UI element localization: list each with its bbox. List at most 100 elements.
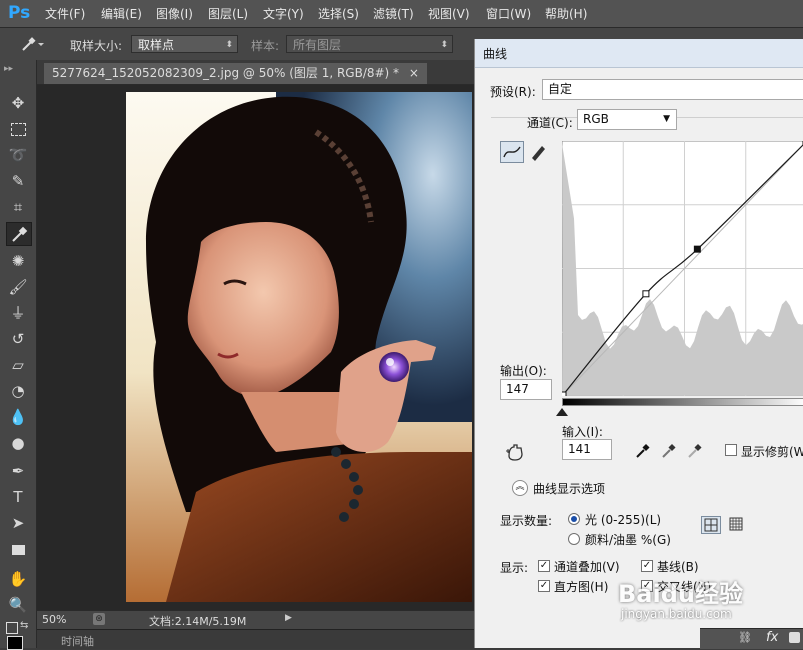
curves-dialog-titlebar[interactable]: 曲线 xyxy=(475,39,803,68)
menu-view[interactable]: 视图(V) xyxy=(428,5,470,22)
curve-point-selected[interactable] xyxy=(693,245,701,253)
eyedropper-white-icon xyxy=(688,443,702,458)
channel-select[interactable]: RGB ▼ xyxy=(577,109,677,130)
on-image-adjust-button[interactable] xyxy=(505,442,527,462)
menu-file[interactable]: 文件(F) xyxy=(45,5,85,22)
close-tab-icon[interactable]: × xyxy=(409,66,419,80)
input-label: 输入(I): xyxy=(562,425,603,439)
eyedropper-tool-icon[interactable] xyxy=(6,222,32,246)
healing-brush-tool-icon[interactable]: ✺ xyxy=(6,250,30,272)
status-menu-arrow-icon[interactable]: ▶ xyxy=(285,613,292,623)
pen-tool-icon[interactable]: ✒ xyxy=(6,460,30,482)
menu-help[interactable]: 帮助(H) xyxy=(545,5,587,22)
link-layers-icon[interactable]: ⛓ xyxy=(738,631,752,644)
detailed-grid-button[interactable] xyxy=(727,516,747,534)
chevron-updown-icon: ⬍ xyxy=(225,40,233,50)
curve-display-options-label[interactable]: 曲线显示选项 xyxy=(533,480,605,497)
shape-tool-icon[interactable] xyxy=(6,538,30,560)
black-point-slider[interactable] xyxy=(556,408,568,416)
sample-size-select[interactable]: 取样点 ⬍ xyxy=(131,35,238,53)
curve-point-tool-button[interactable] xyxy=(500,141,524,163)
quick-select-tool-icon[interactable]: ✎ xyxy=(6,170,30,192)
timeline-label[interactable]: 时间轴 xyxy=(61,633,94,649)
zoom-tool-icon[interactable]: 🔍 xyxy=(6,594,30,616)
fx-icon[interactable]: fx xyxy=(766,630,778,645)
lasso-tool-icon[interactable]: ➰ xyxy=(6,144,30,166)
hand-tool-icon[interactable]: ✋ xyxy=(6,568,30,590)
baseline-checkbox[interactable]: ✓ xyxy=(641,560,653,572)
input-value: 141 xyxy=(568,442,591,456)
curves-graph[interactable] xyxy=(559,138,803,399)
pencil-icon xyxy=(532,146,545,161)
sample-select[interactable]: 所有图层 ⬍ xyxy=(286,35,453,53)
output-value: 147 xyxy=(506,382,529,396)
output-field[interactable]: 147 xyxy=(500,379,552,400)
brush-tool-icon[interactable]: 🖌 xyxy=(6,276,30,298)
menu-edit[interactable]: 编辑(E) xyxy=(101,5,142,22)
menu-select[interactable]: 选择(S) xyxy=(318,5,359,22)
clone-stamp-tool-icon[interactable]: ⏚ xyxy=(6,302,30,324)
pigment-radio[interactable] xyxy=(568,533,580,545)
default-colors-icon[interactable] xyxy=(6,622,18,634)
dodge-tool-icon[interactable]: ● xyxy=(6,432,30,454)
pencil-tool-button[interactable] xyxy=(527,141,549,163)
document-tab-title: 5277624_152052082309_2.jpg @ 50% (图层 1, … xyxy=(52,66,400,80)
status-bar: 50% ⊛ 文档:2.14M/5.19M ▶ xyxy=(37,610,475,629)
eyedropper-black-icon xyxy=(636,443,650,458)
menu-image[interactable]: 图像(I) xyxy=(156,5,193,22)
menu-window[interactable]: 窗口(W) xyxy=(486,5,531,22)
show-clipping-checkbox[interactable] xyxy=(725,444,737,456)
document-image[interactable] xyxy=(126,92,472,602)
paint-bucket-tool-icon[interactable]: ◔ xyxy=(6,380,30,402)
zoom-level[interactable]: 50% xyxy=(42,613,66,626)
input-gradient-bar xyxy=(562,398,803,406)
eyedropper-tool-preset-icon[interactable] xyxy=(20,36,44,52)
document-size: 文档:2.14M/5.19M xyxy=(149,615,247,628)
curves-dialog-title: 曲线 xyxy=(483,47,508,61)
marquee-tool-icon[interactable] xyxy=(6,118,30,140)
toolbox: ▸▸ ✥ ➰ ✎ ⌗ ✺ 🖌 ⏚ ↺ ▱ ◔ 💧 ● ✒ T ➤ ✋ 🔍 ⇆ xyxy=(0,60,37,650)
simple-grid-button[interactable] xyxy=(701,516,721,534)
hand-adjust-icon xyxy=(506,444,523,461)
type-tool-icon[interactable]: T xyxy=(6,486,30,508)
curve-point[interactable] xyxy=(642,290,650,298)
eyedropper-gray-icon xyxy=(662,443,676,458)
input-field[interactable]: 141 xyxy=(562,439,612,460)
move-tool-icon[interactable]: ✥ xyxy=(6,92,30,114)
crop-tool-icon[interactable]: ⌗ xyxy=(6,196,30,218)
curves-dialog: 曲线 预设(R): 自定 通道(C): RGB ▼ 输出(O): 147 输入(… xyxy=(474,39,803,648)
collapse-icon[interactable]: ▸▸ xyxy=(4,64,13,74)
sample-value: 所有图层 xyxy=(293,38,342,52)
eraser-tool-icon[interactable]: ▱ xyxy=(6,354,30,376)
output-label: 输出(O): xyxy=(500,364,547,378)
layer-mask-icon[interactable] xyxy=(789,632,800,643)
baidu-watermark-url: jingyan.baidu.com xyxy=(621,607,732,621)
menu-layer[interactable]: 图层(L) xyxy=(208,5,248,22)
blur-tool-icon[interactable]: 💧 xyxy=(6,406,30,428)
path-selection-tool-icon[interactable]: ➤ xyxy=(6,512,30,534)
curves-graph-svg[interactable] xyxy=(559,138,803,399)
black-eyedropper-button[interactable] xyxy=(635,443,651,459)
show-label: 显示: xyxy=(500,561,529,575)
document-tab-bar: 5277624_152052082309_2.jpg @ 50% (图层 1, … xyxy=(37,60,475,85)
histogram-checkbox[interactable]: ✓ xyxy=(538,580,550,592)
curve-point[interactable] xyxy=(559,391,567,399)
grid-10-icon xyxy=(729,517,743,531)
light-radio[interactable] xyxy=(568,513,580,525)
channel-label: 通道(C): xyxy=(527,116,573,130)
history-brush-tool-icon[interactable]: ↺ xyxy=(6,328,30,350)
show-amount-label: 显示数量: xyxy=(500,514,553,528)
swap-colors-icon[interactable]: ⇆ xyxy=(20,620,28,631)
gray-eyedropper-button[interactable] xyxy=(661,443,677,459)
histogram-label: 直方图(H) xyxy=(554,580,609,594)
preset-select[interactable]: 自定 xyxy=(542,79,803,100)
collapse-options-icon[interactable]: ︽ xyxy=(512,480,528,496)
white-eyedropper-button[interactable] xyxy=(687,443,703,459)
status-info-icon[interactable]: ⊛ xyxy=(93,613,105,625)
menu-type[interactable]: 文字(Y) xyxy=(263,5,304,22)
channel-overlay-checkbox[interactable]: ✓ xyxy=(538,560,550,572)
document-tab[interactable]: 5277624_152052082309_2.jpg @ 50% (图层 1, … xyxy=(44,63,427,84)
pigment-label: 颜料/油墨 %(G) xyxy=(585,533,671,547)
menu-filter[interactable]: 滤镜(T) xyxy=(373,5,414,22)
layers-panel-footer: ⛓ fx xyxy=(700,628,803,649)
